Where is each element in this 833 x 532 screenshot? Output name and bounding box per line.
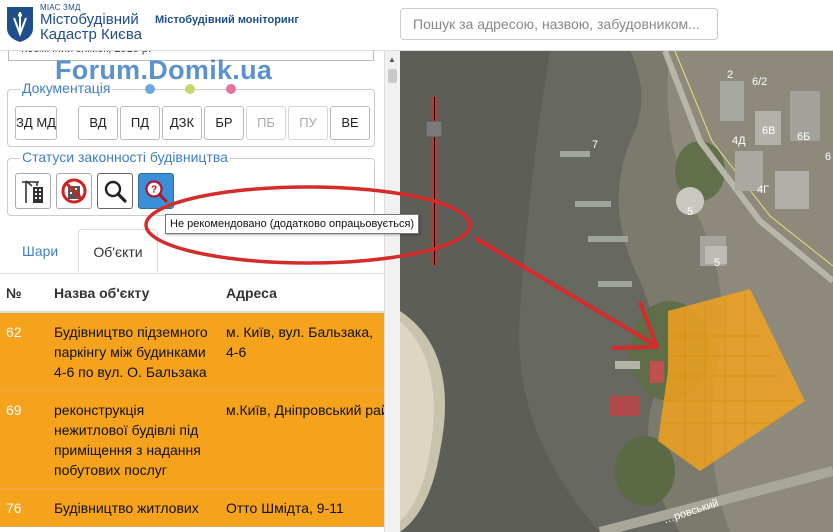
objects-table: № Назва об'єкту Адреса 62 Будівництво пі…: [0, 275, 384, 527]
tab-layers[interactable]: Шари: [8, 229, 72, 273]
doc-button-vd[interactable]: ВД: [78, 106, 118, 140]
row-address: м.Київ, Дніпровський район, вул.Курнатов…: [220, 390, 384, 489]
table-header-row: № Назва об'єкту Адреса: [0, 275, 384, 313]
scrollbar-thumb[interactable]: [388, 69, 397, 83]
brand-title-line1: Містобудівний: [40, 11, 139, 28]
doc-button-br[interactable]: БР: [204, 106, 244, 140]
building-number-label: 6: [825, 151, 832, 163]
documentation-dot-green: [185, 84, 195, 94]
status-button-construction[interactable]: [15, 173, 51, 209]
documentation-dot-blue: [145, 84, 155, 94]
app-header: МІАС ЗМД Містобудівний Кадастр Києва Міс…: [0, 0, 833, 51]
table-row[interactable]: 69 реконструкція нежитлової будівлі під …: [0, 390, 384, 489]
building-number-label: 4Д: [732, 135, 746, 147]
row-address: Отто Шмідта, 9-11: [220, 488, 384, 527]
table-row[interactable]: 62 Будівництво підземного паркінгу між б…: [0, 312, 384, 391]
doc-button-zd-md[interactable]: ЗД МД: [15, 106, 57, 140]
brand-title-line2: Кадастр Києва: [40, 26, 142, 43]
zoom-slider-thumb[interactable]: [426, 121, 442, 137]
doc-button-pd[interactable]: ПД: [120, 106, 160, 140]
table-row[interactable]: 76 Будівництво житлових Отто Шмідта, 9-1…: [0, 488, 384, 527]
row-number: 76: [0, 488, 48, 527]
status-button-not-recommended[interactable]: ?: [138, 173, 174, 209]
building-number-label: 5: [714, 257, 721, 269]
building-crane-icon: [22, 180, 43, 203]
column-header-number[interactable]: №: [0, 275, 48, 313]
row-object-name: реконструкція нежитлової будівлі під при…: [48, 390, 220, 489]
column-header-name[interactable]: Назва об'єкту: [48, 275, 220, 313]
doc-button-dzk[interactable]: ДЗК: [162, 106, 202, 140]
row-object-name: Будівництво житлових: [48, 488, 220, 527]
status-tooltip: Не рекомендовано (додатково опрацьовуєть…: [165, 214, 420, 234]
row-number: 69: [0, 390, 48, 489]
building-number-label: 4Г: [757, 184, 770, 196]
row-number: 62: [0, 312, 48, 391]
building-number-label: 2: [727, 69, 734, 81]
documentation-legend: Документація: [20, 80, 113, 96]
monitoring-nav-link[interactable]: Містобудівний моніторинг: [155, 14, 299, 26]
documentation-dot-pink: [226, 84, 236, 94]
forbidden-building-icon: [61, 178, 87, 204]
status-button-forbidden[interactable]: [56, 173, 92, 209]
doc-button-pb[interactable]: ПБ: [246, 106, 286, 140]
legality-status-group: Статуси законності будівництва ?: [7, 149, 375, 216]
status-legend: Статуси законності будівництва: [20, 149, 230, 165]
sidebar-scrollbar[interactable]: ▲: [384, 51, 400, 532]
satellite-map-imagery: [400, 51, 833, 532]
address-search-input[interactable]: [400, 8, 718, 40]
building-number-label: 6В: [762, 125, 776, 137]
doc-button-ve[interactable]: ВЕ: [330, 106, 370, 140]
column-header-address[interactable]: Адреса: [220, 275, 384, 313]
status-button-checking[interactable]: [97, 173, 133, 209]
building-number-label: 6Б: [797, 131, 811, 143]
map-view[interactable]: 2 6/2 4Д 6В 6Б 6 7 4Г 5 5 …ровський: [400, 51, 833, 532]
tab-objects[interactable]: Об'єкти: [78, 229, 158, 273]
scroll-up-arrow-icon[interactable]: ▲: [388, 55, 396, 64]
sidebar-tabs: Шари Об'єкти: [0, 229, 384, 274]
row-address: м. Київ, вул. Бальзака, 4-6: [220, 312, 384, 391]
kyiv-coat-of-arms-icon[interactable]: [4, 4, 36, 44]
row-object-name: Будівництво підземного паркінгу між буди…: [48, 312, 220, 391]
question-icon: ?: [145, 180, 168, 203]
svg-text:?: ?: [151, 185, 157, 196]
doc-button-pu[interactable]: ПУ: [288, 106, 328, 140]
magnifier-icon: [104, 180, 127, 203]
building-number-label: 6/2: [752, 76, 768, 88]
sidebar-panel: Космічний знімок, 2015 р. Forum.Domik.ua…: [0, 51, 384, 532]
documentation-group: Документація ЗД МД ВД ПД ДЗК БР ПБ ПУ ВЕ: [7, 80, 375, 147]
building-number-label: 5: [687, 206, 694, 218]
building-number-label: 7: [592, 139, 599, 151]
